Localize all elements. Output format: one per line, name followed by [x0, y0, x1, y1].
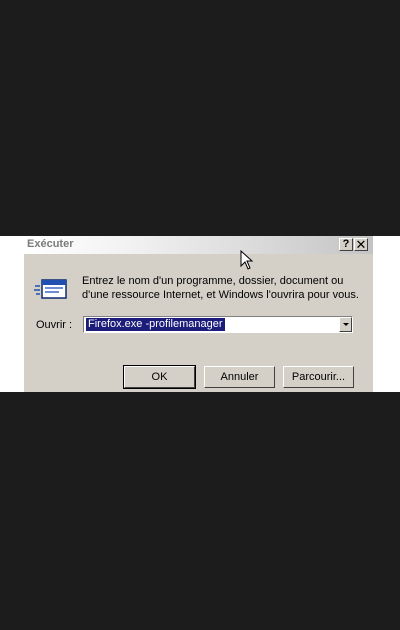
chevron-down-icon[interactable]	[339, 317, 352, 332]
close-button[interactable]: ✕	[354, 238, 368, 251]
title-bar[interactable]: Exécuter ? ✕	[24, 236, 373, 254]
open-input[interactable]: Firefox.exe -profilemanager	[86, 318, 225, 331]
open-combobox[interactable]: Firefox.exe -profilemanager	[83, 316, 353, 333]
run-program-icon	[34, 279, 67, 299]
dialog-description: Entrez le nom d'un programme, dossier, d…	[82, 275, 359, 301]
screenshot-band: Exécuter ? ✕ Entrez le nom d'un programm…	[0, 236, 400, 392]
run-dialog: Exécuter ? ✕ Entrez le nom d'un programm…	[24, 236, 373, 392]
browse-button[interactable]: Parcourir...	[283, 366, 354, 388]
mouse-pointer-icon	[240, 250, 254, 270]
cancel-button[interactable]: Annuler	[204, 366, 275, 388]
help-button[interactable]: ?	[339, 238, 353, 251]
window-title: Exécuter	[27, 238, 74, 250]
ok-button[interactable]: OK	[123, 365, 196, 389]
open-label: Ouvrir :	[36, 319, 73, 331]
